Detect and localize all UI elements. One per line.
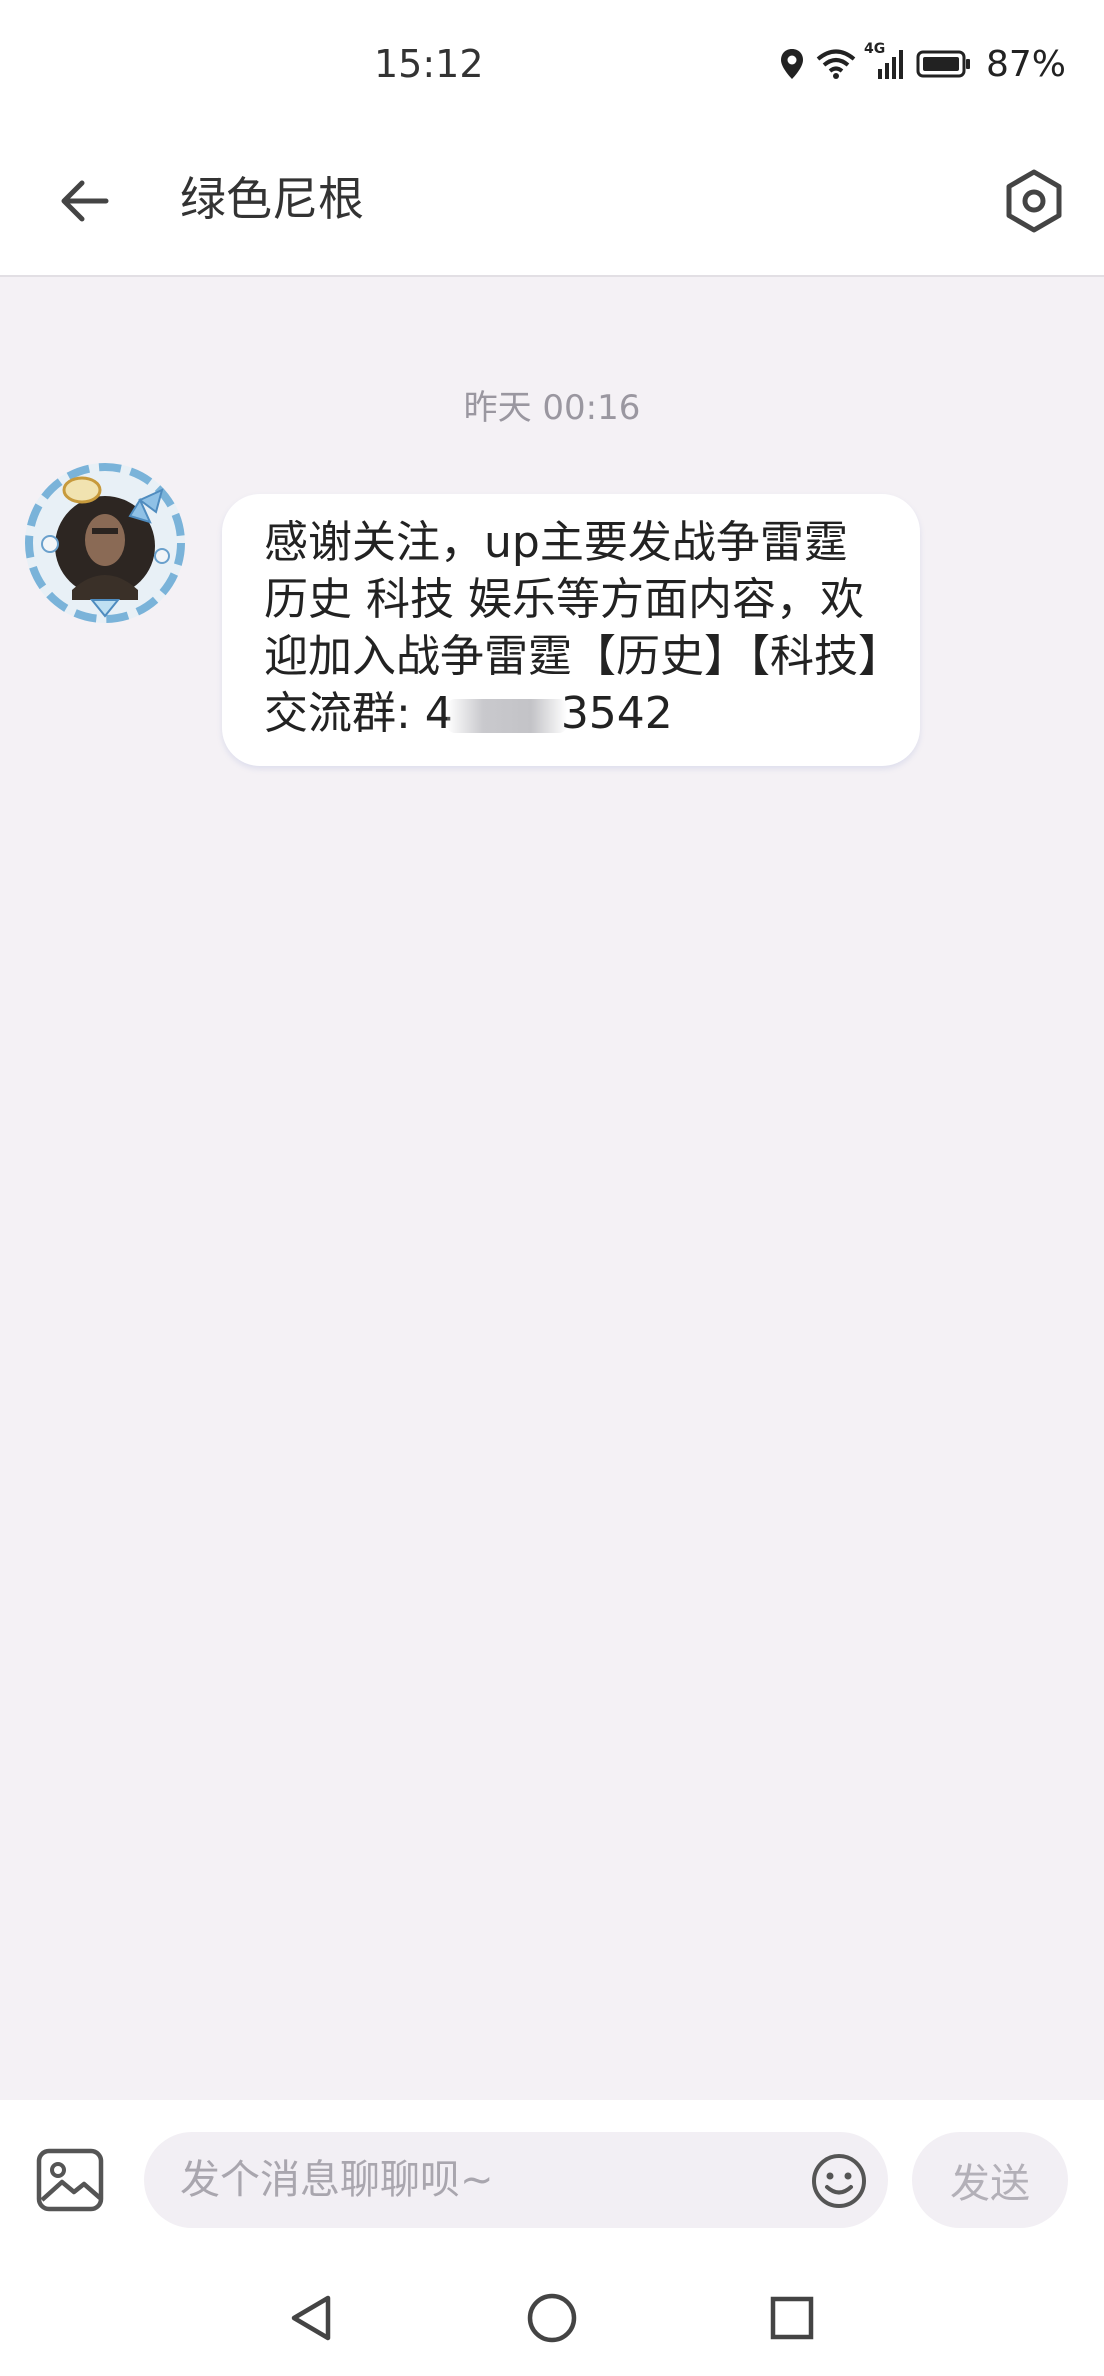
- redaction-blur: [446, 699, 567, 733]
- network-type-label: 4G: [863, 41, 886, 57]
- square-recents-icon: [770, 2296, 814, 2340]
- send-button[interactable]: 发送: [912, 2132, 1068, 2228]
- system-navigation-bar: [0, 2260, 1104, 2376]
- battery-icon: [916, 49, 972, 79]
- message-list[interactable]: 昨天 00:16 感谢关注，up主要发战争雷霆 历史 科技 娱乐等方面内容，欢迎…: [0, 277, 1104, 2100]
- chat-header: 绿色尼根: [0, 135, 1104, 277]
- status-bar: 15:12 4G 87%: [0, 0, 1104, 135]
- input-bar: 发送: [0, 2100, 1104, 2260]
- wifi-icon: [816, 48, 856, 80]
- status-icons: 4G 87%: [778, 41, 1066, 85]
- arrow-left-icon: [61, 180, 109, 222]
- sender-avatar[interactable]: [22, 460, 188, 626]
- nav-home-button[interactable]: [516, 2282, 588, 2354]
- message-text-tail: 3542: [560, 688, 673, 739]
- message-bubble[interactable]: 感谢关注，up主要发战争雷霆 历史 科技 娱乐等方面内容，欢迎加入战争雷霆【历史…: [222, 494, 920, 766]
- nav-back-button[interactable]: [276, 2282, 348, 2354]
- smiley-icon: [812, 2154, 866, 2208]
- image-icon: [36, 2148, 104, 2212]
- battery-percentage: 87%: [985, 43, 1066, 85]
- chat-screen: 15:12 4G 87% 绿色尼根 昨天 00:16 感谢关注，up主要发战争雷…: [0, 0, 1104, 2376]
- nav-recents-button[interactable]: [756, 2282, 828, 2354]
- message-timestamp: 昨天 00:16: [463, 388, 641, 428]
- location-icon: [778, 47, 806, 81]
- emoji-button[interactable]: [810, 2152, 868, 2210]
- back-button[interactable]: [48, 165, 120, 237]
- triangle-back-icon: [291, 2295, 331, 2341]
- settings-button[interactable]: [994, 161, 1074, 241]
- status-time: 15:12: [374, 42, 484, 86]
- message-input[interactable]: [144, 2132, 888, 2228]
- image-button[interactable]: [34, 2146, 106, 2214]
- circle-home-icon: [527, 2293, 577, 2343]
- cellular-signal-icon: 4G: [864, 41, 906, 81]
- conversation-title: 绿色尼根: [180, 172, 364, 226]
- hexagon-settings-icon: [1006, 169, 1062, 233]
